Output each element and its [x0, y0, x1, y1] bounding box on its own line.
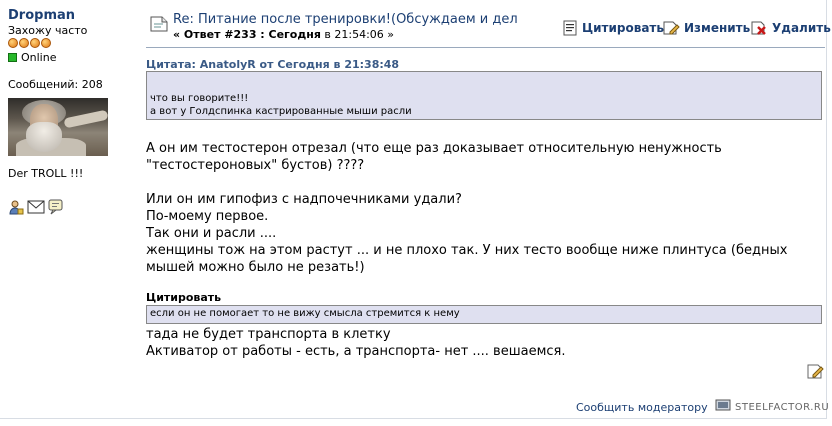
quote2-block: если он не помогает то не вижу смысла ст… [146, 305, 822, 324]
body-line: Или он им гипофиз с надпочечниками удали… [146, 192, 462, 207]
quote-icon [563, 20, 577, 36]
delete-action[interactable]: Удалить [750, 20, 831, 36]
user-panel: Dropman Захожу часто Online Сообщений: 2… [8, 8, 133, 215]
body-line: мышей можно было не резать!) [146, 260, 365, 275]
post-body-continued: тада не будет транспорта в клетку Актива… [146, 326, 818, 360]
star-icon [19, 38, 29, 48]
header-divider [146, 47, 825, 48]
user-action-icons [8, 199, 133, 215]
reply-number: « Ответ #233 : Сегодня [173, 28, 321, 41]
delete-icon [751, 21, 766, 35]
user-signature: Der TROLL !!! [8, 167, 84, 180]
post-subtitle: « Ответ #233 : Сегодня в 21:54:06 » [173, 28, 394, 41]
modify-inline-icon[interactable] [806, 362, 826, 384]
quote-line: а вот у Голдспинка кастрированные мыши р… [150, 106, 412, 117]
quote-line: что вы говорите!!! [150, 93, 249, 104]
edit-button[interactable]: Изменить [684, 21, 750, 35]
post-count: Сообщений: 208 [8, 78, 103, 91]
online-label: Online [21, 51, 57, 64]
quote-block: что вы говорите!!! а вот у Голдспинка ка… [146, 71, 822, 120]
star-icon [8, 38, 18, 48]
star-icon [30, 38, 40, 48]
quote-button[interactable]: Цитировать [582, 21, 664, 35]
body-line: тада не будет транспорта в клетку [146, 327, 391, 342]
body-line: "тестостероновых" бустов) ???? [146, 158, 365, 173]
rank-stars [8, 38, 133, 49]
star-icon [41, 38, 51, 48]
profile-icon[interactable] [8, 199, 24, 215]
online-icon [8, 53, 17, 62]
edit-icon [663, 21, 680, 35]
email-icon[interactable] [27, 200, 45, 214]
username-link[interactable]: Dropman [8, 8, 133, 23]
report-to-moderator-link[interactable]: Сообщить модератору [576, 401, 708, 414]
body-line: Активатор от работы - есть, а транспорта… [146, 344, 566, 359]
post-title-link[interactable]: Re: Питание после тренировки!(Обсуждаем … [173, 12, 545, 28]
avatar [8, 98, 108, 156]
quote-header[interactable]: Цитата: AnatolyR от Сегодня в 21:38:48 [146, 58, 399, 71]
body-line: Так они и расли .... [146, 226, 277, 241]
post-body: А он им тестостерон отрезал (что еще раз… [146, 140, 818, 276]
post-topic-icon [148, 14, 170, 38]
user-rank: Захожу часто [8, 24, 88, 37]
post-time: в 21:54:06 » [324, 28, 395, 41]
quote2-header: Цитировать [146, 291, 222, 304]
edit-action[interactable]: Изменить [662, 20, 750, 36]
ip-icon [715, 397, 731, 416]
online-status: Online [8, 51, 133, 64]
delete-button[interactable]: Удалить [772, 21, 831, 35]
body-line: женщины тож на этом растут ... и не плох… [146, 243, 788, 258]
watermark: STEELFACTOR.RU [735, 402, 830, 413]
private-message-icon[interactable] [48, 199, 64, 215]
quote-action[interactable]: Цитировать [562, 20, 664, 36]
body-line: По-моему первое. [146, 209, 269, 224]
body-line: А он им тестостерон отрезал (что еще раз… [146, 141, 722, 156]
